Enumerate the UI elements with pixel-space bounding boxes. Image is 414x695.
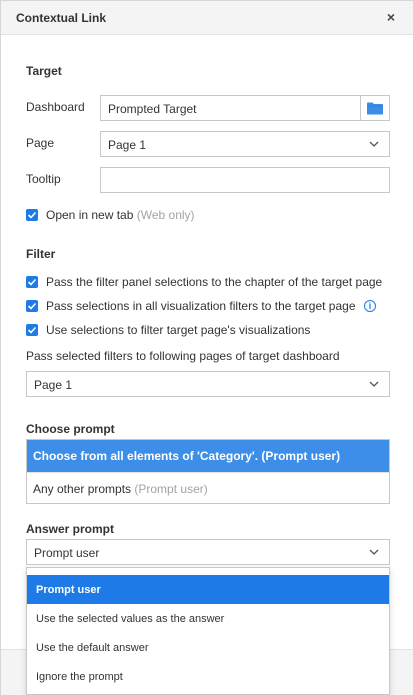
dashboard-label: Dashboard <box>26 100 85 114</box>
open-new-tab-text: Open in new tab <box>46 208 134 222</box>
filter-option-checkbox[interactable] <box>26 276 38 288</box>
contextual-link-dialog: Contextual Link × Target Dashboard Promp… <box>0 0 414 695</box>
filter-section-title: Filter <box>26 247 56 261</box>
chevron-down-icon <box>369 141 379 147</box>
pass-pages-select-value: Page 1 <box>34 378 73 392</box>
folder-icon <box>367 102 383 115</box>
answer-prompt-select-value: Prompt user <box>34 546 100 560</box>
browse-dashboard-button[interactable] <box>361 95 390 121</box>
prompt-list-item-selected[interactable]: Choose from all elements of 'Category'. … <box>27 440 389 472</box>
page-select-value: Page 1 <box>108 138 147 152</box>
target-section-title: Target <box>26 64 62 78</box>
close-icon[interactable]: × <box>387 9 395 25</box>
prompt-item-label: Any other prompts <box>33 482 132 496</box>
answer-prompt-dropdown: Prompt user Use the selected values as t… <box>26 567 390 695</box>
prompt-list-item[interactable]: Any other prompts (Prompt user) <box>27 472 389 504</box>
page-select[interactable]: Page 1 <box>100 131 390 157</box>
filter-option-label: Pass selections in all visualization fil… <box>46 299 356 313</box>
check-icon <box>27 326 37 334</box>
filter-option-label: Pass the filter panel selections to the … <box>46 275 383 289</box>
dropdown-option[interactable]: Use the selected values as the answer <box>27 604 389 633</box>
check-icon <box>27 302 37 310</box>
dropdown-option[interactable]: Ignore the prompt <box>27 662 389 691</box>
dialog-title: Contextual Link <box>16 11 107 25</box>
chevron-down-icon <box>369 549 379 555</box>
choose-prompt-section-title: Choose prompt <box>26 422 115 436</box>
filter-option-label: Use selections to filter target page's v… <box>46 323 311 337</box>
open-new-tab-checkbox[interactable] <box>26 209 38 221</box>
answer-prompt-select[interactable]: Prompt user <box>26 539 390 565</box>
filter-option-checkbox[interactable] <box>26 324 38 336</box>
check-icon <box>27 278 37 286</box>
dropdown-option[interactable]: Prompt user <box>27 575 389 604</box>
chevron-down-icon <box>369 381 379 387</box>
prompt-list: Choose from all elements of 'Category'. … <box>26 439 390 504</box>
web-only-hint: (Web only) <box>136 208 195 222</box>
answer-prompt-section-title: Answer prompt <box>26 522 115 536</box>
page-label: Page <box>26 136 55 150</box>
dashboard-field[interactable]: Prompted Target <box>100 95 361 121</box>
dropdown-option[interactable]: Use the default answer <box>27 633 389 662</box>
dialog-titlebar: Contextual Link × <box>1 1 413 35</box>
tooltip-input[interactable] <box>100 167 390 193</box>
pass-pages-label: Pass selected filters to following pages… <box>26 349 340 363</box>
prompt-item-hint: (Prompt user) <box>134 482 208 496</box>
check-icon <box>27 211 37 219</box>
filter-option-checkbox[interactable] <box>26 300 38 312</box>
tooltip-label: Tooltip <box>26 172 61 186</box>
open-new-tab-label: Open in new tab (Web only) <box>46 208 195 222</box>
pass-pages-select[interactable]: Page 1 <box>26 371 390 397</box>
info-icon[interactable]: i <box>364 300 376 312</box>
